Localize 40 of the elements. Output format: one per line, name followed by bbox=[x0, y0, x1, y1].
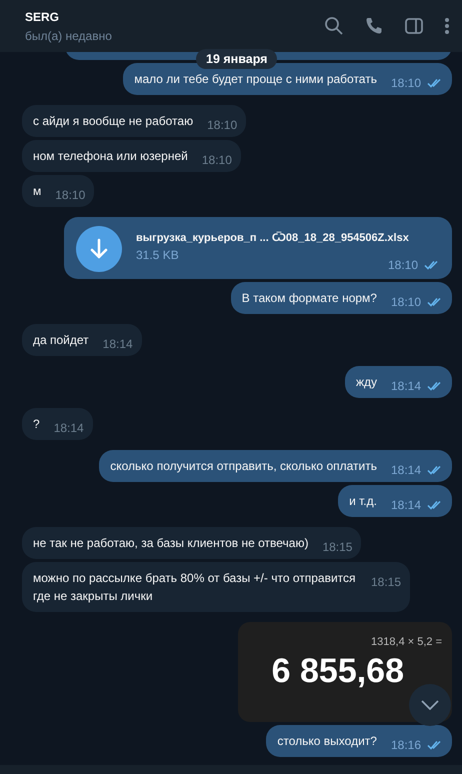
message-time: 18:14 bbox=[102, 336, 133, 353]
message-text: ном телефона или юзерней bbox=[33, 149, 188, 163]
contact-status: был(а) недавно bbox=[25, 28, 113, 42]
message-text: сколько получится отправить, сколько оплатить bbox=[110, 459, 377, 473]
sidebar-icon[interactable] bbox=[404, 16, 424, 36]
message-time: 18:14 bbox=[54, 420, 84, 437]
file-size: 31.5 KB bbox=[136, 248, 180, 262]
message-text: жду bbox=[356, 375, 377, 389]
message-text: мало ли тебе будет проще с ними работать bbox=[134, 72, 377, 86]
message-text: и т.д. bbox=[349, 494, 377, 508]
message-time: 18:14 bbox=[390, 497, 421, 514]
date-pill: 19 января bbox=[196, 49, 278, 69]
message-text: да пойдет bbox=[33, 333, 89, 347]
calculator-expression: 1318,4 × 5,2 = bbox=[371, 636, 442, 648]
search-icon[interactable] bbox=[324, 16, 344, 36]
message-text: не так не работаю, за базы клиентов не отвечаю) bbox=[33, 536, 308, 550]
message-text: можно по рассылке брать 80% от базы +/- что отправится где не закрыты лички bbox=[33, 571, 356, 603]
message-time: 18:14 bbox=[390, 462, 421, 479]
phone-icon[interactable] bbox=[364, 16, 384, 36]
more-icon[interactable] bbox=[444, 16, 450, 36]
message-time: 18:10 bbox=[388, 258, 418, 272]
message-text: столько выходит? bbox=[277, 734, 377, 748]
message-time: 18:16 bbox=[390, 737, 421, 754]
message-text: В таком формате норм? bbox=[242, 291, 377, 305]
contact-name: SERG bbox=[25, 10, 60, 24]
message-time: 18:15 bbox=[322, 539, 352, 556]
message-time: 18:10 bbox=[390, 294, 421, 311]
message-time: 18:14 bbox=[390, 378, 421, 395]
message-text: с айди я вообще не работаю bbox=[33, 114, 194, 128]
chevron-down-icon bbox=[421, 700, 439, 710]
message-time: 18:10 bbox=[207, 117, 238, 134]
message-time: 18:10 bbox=[390, 75, 421, 92]
calculator-result: 6 855,68 bbox=[272, 652, 404, 691]
message-text: ? bbox=[33, 417, 40, 431]
message-text: м bbox=[33, 184, 42, 198]
message-time: 18:10 bbox=[202, 152, 232, 169]
message-time: 18:10 bbox=[55, 187, 86, 204]
file-name: выгрузка_курьеров_п ... Ѿ08_18_28_954506Z.xlsx bbox=[136, 232, 410, 244]
message-time: 18:15 bbox=[370, 574, 401, 591]
download-icon[interactable] bbox=[76, 226, 122, 272]
